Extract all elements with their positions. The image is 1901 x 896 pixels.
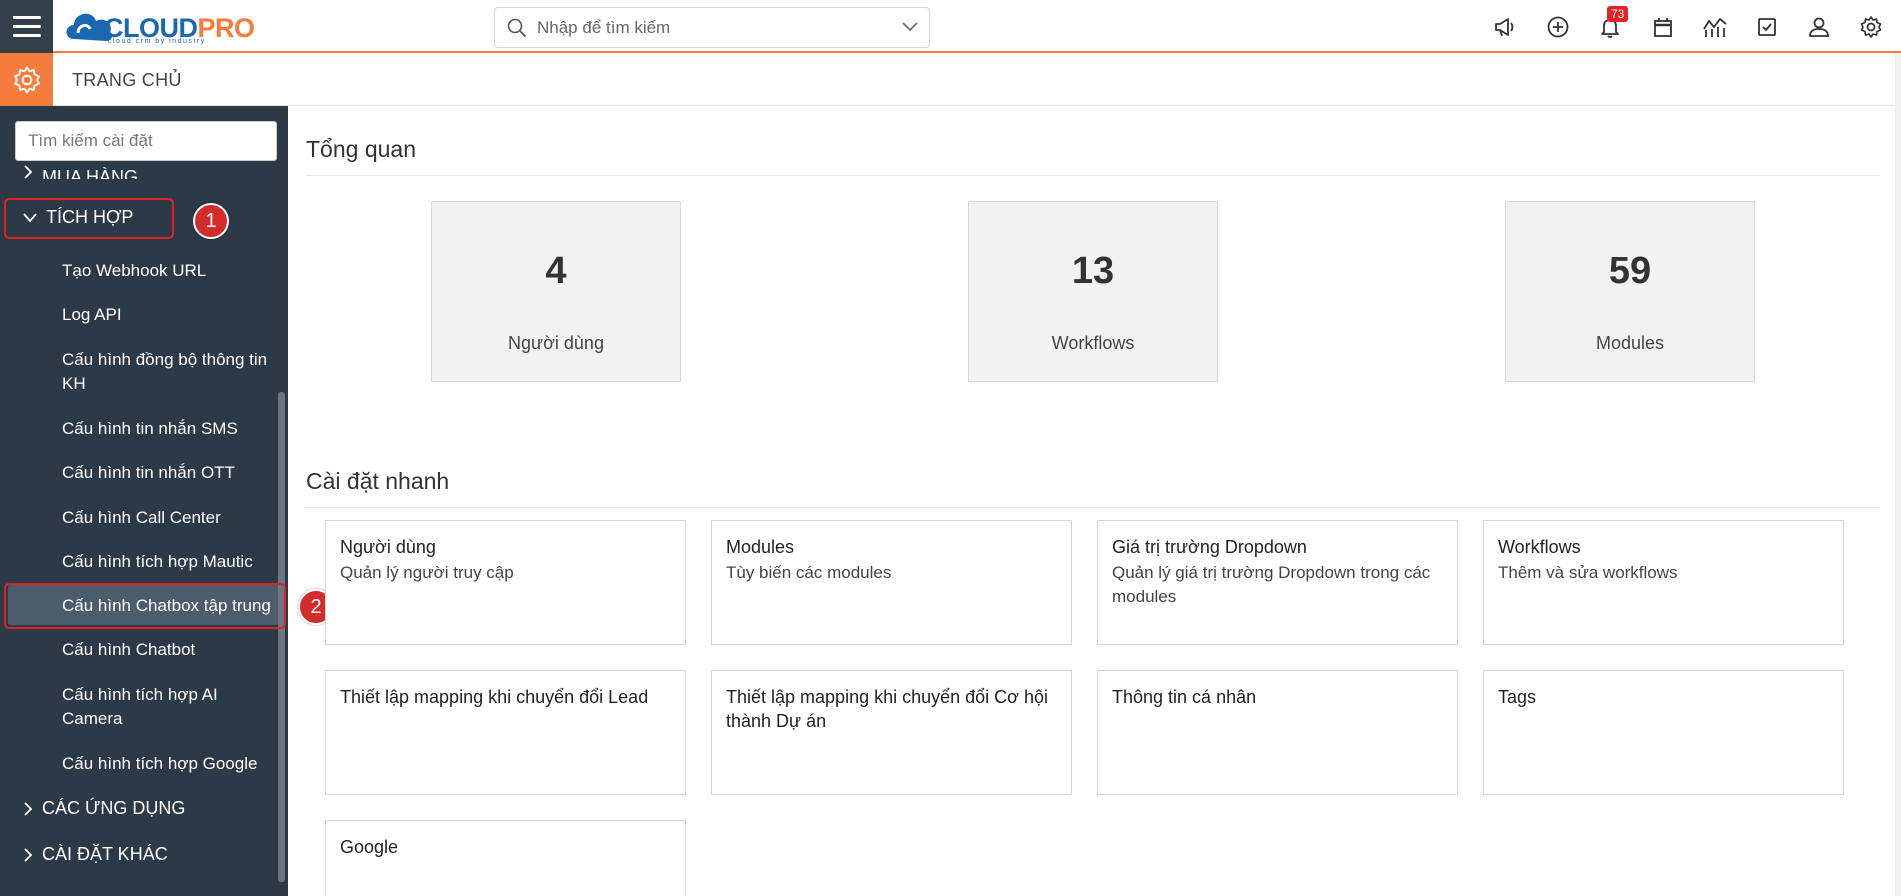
card-description: Tùy biến các modules xyxy=(726,563,892,582)
card-description: Quản lý giá trị trường Dropdown trong cá… xyxy=(1112,563,1431,606)
quick-card-dropdown-values[interactable]: Giá trị trường Dropdown Quản lý giá trị … xyxy=(1097,520,1458,645)
sidebar-item-sms[interactable]: Cấu hình tin nhắn SMS xyxy=(62,417,282,441)
top-bar: CLOUDPRO cloud crm by industry 73 xyxy=(0,0,1901,53)
stat-label: Người dùng xyxy=(508,333,604,353)
annotation-step-1: 1 xyxy=(193,203,229,239)
chevron-right-icon xyxy=(24,847,33,862)
task-checkbox-icon[interactable] xyxy=(1754,14,1780,40)
quick-settings-title: Cài đặt nhanh xyxy=(306,468,450,494)
card-title: Giá trị trường Dropdown xyxy=(1112,537,1307,557)
user-profile-icon[interactable] xyxy=(1806,14,1832,40)
quick-card-tags[interactable]: Tags xyxy=(1483,670,1844,795)
divider xyxy=(306,175,1880,176)
sidebar-item-google[interactable]: Cấu hình tích hợp Google xyxy=(62,752,282,776)
sidebar-item-chatbot[interactable]: Cấu hình Chatbot xyxy=(62,638,282,662)
add-icon[interactable] xyxy=(1545,14,1571,40)
card-description: Quản lý người truy cập xyxy=(340,563,514,582)
quick-card-modules[interactable]: Modules Tùy biến các modules xyxy=(711,520,1072,645)
quick-card-google[interactable]: Google xyxy=(325,820,686,896)
quick-card-personal-info[interactable]: Thông tin cá nhân xyxy=(1097,670,1458,795)
stat-label: Modules xyxy=(1595,333,1665,353)
sidebar-item-ott[interactable]: Cấu hình tin nhắn OTT xyxy=(62,461,282,485)
card-title: Thông tin cá nhân xyxy=(1112,687,1257,707)
stat-card-users[interactable]: 4 Người dùng xyxy=(431,201,681,382)
search-input[interactable] xyxy=(537,16,877,40)
sidebar-group-apps[interactable]: CÁC ỨNG DỤNG xyxy=(22,798,185,819)
quick-card-lead-mapping[interactable]: Thiết lập mapping khi chuyển đổi Lead xyxy=(325,670,686,795)
sidebar-scrollbar[interactable] xyxy=(278,392,285,882)
search-icon xyxy=(507,18,527,38)
logo-tagline: cloud crm by industry xyxy=(108,38,206,45)
divider xyxy=(306,507,1880,508)
overview-title: Tổng quan xyxy=(306,136,416,162)
quick-card-workflows[interactable]: Workflows Thêm và sửa workflows xyxy=(1483,520,1844,645)
card-title: Google xyxy=(340,837,399,857)
announcement-icon[interactable] xyxy=(1492,14,1518,40)
settings-search-input[interactable] xyxy=(15,121,277,161)
page-title: TRANG CHỦ xyxy=(72,70,182,90)
quick-card-opportunity-mapping[interactable]: Thiết lập mapping khi chuyển đổi Cơ hội … xyxy=(711,670,1072,795)
sidebar-group-label: CÁC ỨNG DỤNG xyxy=(42,798,186,818)
quick-card-users[interactable]: Người dùng Quản lý người truy cập xyxy=(325,520,686,645)
global-search[interactable] xyxy=(494,7,930,48)
stat-card-workflows[interactable]: 13 Workflows xyxy=(968,201,1218,382)
sidebar-item-webhook[interactable]: Tạo Webhook URL xyxy=(62,259,282,283)
breadcrumb-bar: TRANG CHỦ xyxy=(0,53,1901,106)
calendar-icon[interactable] xyxy=(1650,14,1676,40)
sidebar-group-label: MUA HÀNG xyxy=(42,167,139,179)
stat-card-modules[interactable]: 59 Modules xyxy=(1505,201,1755,382)
settings-gear-icon[interactable] xyxy=(1858,14,1884,40)
stat-value: 4 xyxy=(545,250,567,292)
stat-value: 59 xyxy=(1608,250,1652,292)
card-description: Thêm và sửa workflows xyxy=(1498,563,1678,582)
sidebar-item-ai-camera[interactable]: Cấu hình tích hợp AI Camera xyxy=(62,683,282,731)
page-scrollbar[interactable] xyxy=(1895,53,1901,896)
card-title: Người dùng xyxy=(340,537,436,557)
sidebar-group-label: CÀI ĐẶT KHÁC xyxy=(42,844,168,864)
settings-gear-icon[interactable] xyxy=(0,53,53,106)
card-title: Tags xyxy=(1498,687,1537,707)
notification-count-badge: 73 xyxy=(1607,6,1629,22)
stat-value: 13 xyxy=(1071,250,1115,292)
sidebar-group-purchasing[interactable]: MUA HÀNG xyxy=(22,163,138,179)
sidebar-item-mautic[interactable]: Cấu hình tích hợp Mautic xyxy=(62,550,282,574)
report-chart-icon[interactable] xyxy=(1702,14,1728,40)
card-title: Workflows xyxy=(1498,537,1581,557)
menu-icon[interactable] xyxy=(0,0,53,53)
stat-label: Workflows xyxy=(1051,333,1135,353)
annotation-box-2 xyxy=(4,583,286,629)
chevron-down-icon[interactable] xyxy=(901,20,919,34)
sidebar-group-other-settings[interactable]: CÀI ĐẶT KHÁC xyxy=(22,844,168,865)
chevron-right-icon xyxy=(24,165,33,179)
card-title: Modules xyxy=(726,537,795,557)
sidebar-item-log-api[interactable]: Log API xyxy=(62,303,282,327)
card-title: Thiết lập mapping khi chuyển đổi Lead xyxy=(340,687,649,707)
logo[interactable]: CLOUDPRO cloud crm by industry xyxy=(62,5,255,47)
card-title: Thiết lập mapping khi chuyển đổi Cơ hội … xyxy=(726,687,1048,731)
sidebar-item-customer-sync[interactable]: Cấu hình đồng bộ thông tin KH xyxy=(62,348,282,396)
sidebar-item-call-center[interactable]: Cấu hình Call Center xyxy=(62,506,282,530)
annotation-box-1 xyxy=(4,198,174,239)
chevron-right-icon xyxy=(24,801,33,816)
